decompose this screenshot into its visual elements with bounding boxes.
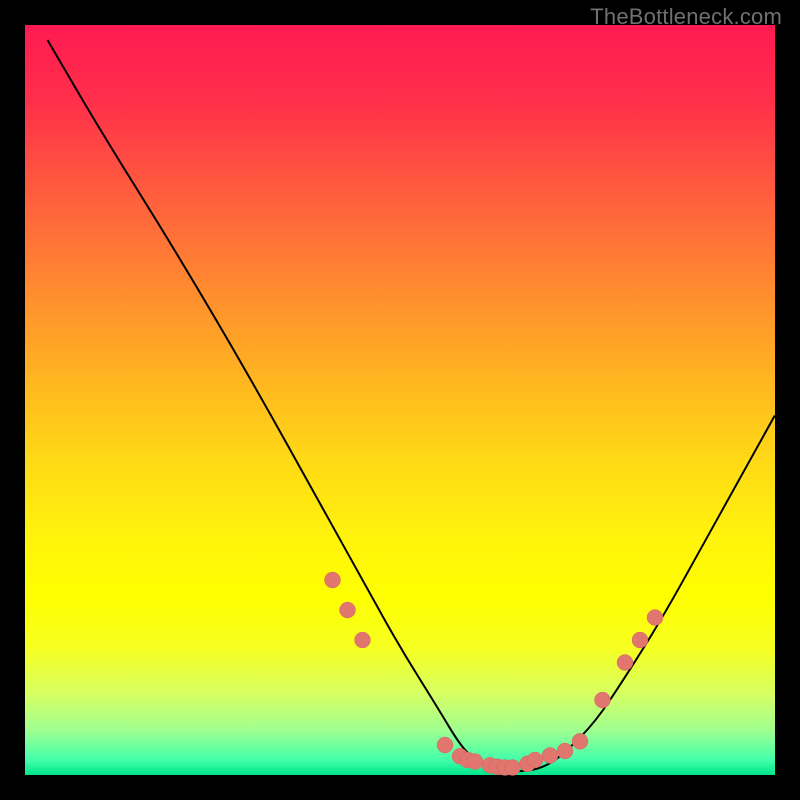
data-marker bbox=[647, 610, 663, 626]
chart-svg bbox=[25, 25, 775, 775]
chart-frame: TheBottleneck.com bbox=[0, 0, 800, 800]
data-marker bbox=[340, 602, 356, 618]
data-marker bbox=[355, 632, 371, 648]
data-marker bbox=[437, 737, 453, 753]
data-marker bbox=[527, 752, 543, 768]
data-marker bbox=[505, 760, 521, 776]
data-marker bbox=[572, 733, 588, 749]
data-marker bbox=[325, 572, 341, 588]
data-marker bbox=[542, 748, 558, 764]
watermark: TheBottleneck.com bbox=[590, 4, 782, 30]
data-marker bbox=[632, 632, 648, 648]
data-marker bbox=[595, 692, 611, 708]
data-marker bbox=[617, 655, 633, 671]
data-marker bbox=[467, 754, 483, 770]
plot-area bbox=[25, 25, 775, 775]
bottleneck-curve bbox=[48, 40, 776, 771]
data-marker bbox=[557, 743, 573, 759]
